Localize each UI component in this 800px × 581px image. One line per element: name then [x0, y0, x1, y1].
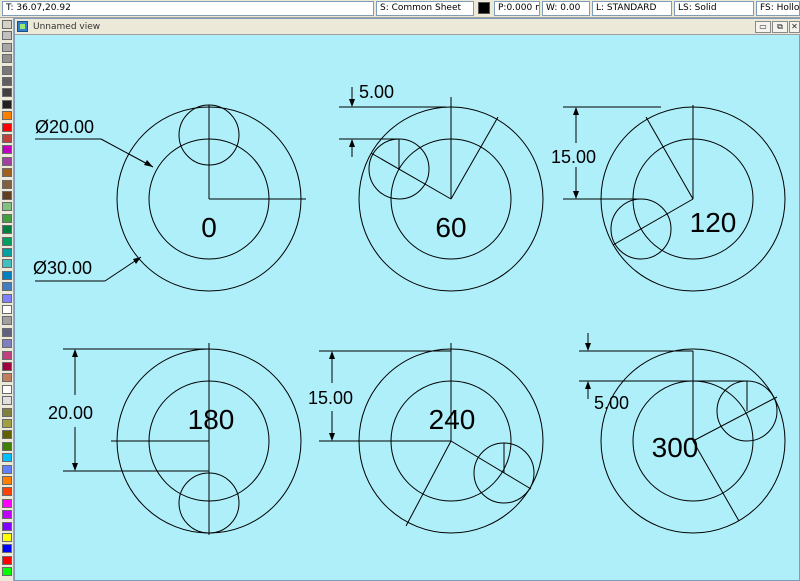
group-180-geometry — [63, 343, 302, 535]
palette-swatch[interactable] — [2, 88, 12, 98]
minimize-button[interactable]: ▭ — [755, 21, 771, 33]
palette-swatch[interactable] — [2, 145, 12, 155]
line-style-field[interactable]: LS: Solid — [674, 1, 754, 16]
pen-width-field[interactable]: P:0.000 mm — [494, 1, 540, 16]
dim-label-5-bottom: 5.00 — [594, 393, 629, 413]
palette-swatch[interactable] — [2, 498, 12, 508]
angle-label-60: 60 — [435, 212, 466, 243]
layer-field[interactable]: L: STANDARD — [592, 1, 672, 16]
palette-swatch[interactable] — [2, 384, 12, 394]
palette-swatch[interactable] — [2, 373, 12, 383]
palette-swatch[interactable] — [2, 20, 12, 29]
palette-swatch[interactable] — [2, 487, 12, 497]
palette-swatch[interactable] — [2, 99, 12, 109]
group-120-geometry — [563, 105, 786, 292]
palette-swatch[interactable] — [2, 555, 12, 565]
dim-label-20: 20.00 — [48, 403, 93, 423]
pen-color-swatch[interactable] — [478, 2, 490, 14]
palette-swatch[interactable] — [2, 362, 12, 371]
palette-swatch[interactable] — [2, 305, 12, 314]
palette-swatch[interactable] — [2, 259, 12, 269]
group-240-geometry — [319, 343, 544, 534]
drawing-canvas[interactable]: Ø20.00 Ø30.00 0 60 120 180 240 300 5.00 … — [15, 35, 800, 581]
palette-swatch[interactable] — [2, 419, 12, 428]
palette-swatch[interactable] — [2, 544, 12, 554]
palette-swatch[interactable] — [2, 430, 12, 440]
dim-label-5-top: 5.00 — [359, 82, 394, 102]
view-icon — [17, 21, 28, 32]
dim-dia-small-label: Ø20.00 — [35, 117, 94, 137]
palette-swatch[interactable] — [2, 270, 12, 280]
drawing-window: Unnamed view ▭ ⧉ ✕ Ø20.00 Ø30.00 0 60 12… — [14, 18, 800, 581]
palette-swatch[interactable] — [2, 225, 12, 235]
palette-swatch[interactable] — [2, 396, 12, 406]
angle-label-240: 240 — [429, 404, 476, 435]
palette-swatch[interactable] — [2, 327, 12, 337]
palette-swatch[interactable] — [2, 567, 12, 577]
window-titlebar: Unnamed view ▭ ⧉ ✕ — [15, 19, 800, 35]
palette-swatch[interactable] — [2, 236, 12, 246]
window-title: Unnamed view — [33, 22, 101, 32]
palette-swatch[interactable] — [2, 476, 12, 485]
weight-field[interactable]: W: 0.00 — [542, 1, 590, 16]
palette-swatch[interactable] — [2, 42, 12, 52]
palette-swatch[interactable] — [2, 293, 12, 303]
palette-swatch[interactable] — [2, 213, 12, 223]
palette-swatch[interactable] — [2, 202, 12, 212]
palette-swatch[interactable] — [2, 134, 12, 143]
dim-dia-large-label: Ø30.00 — [33, 258, 92, 278]
fill-style-field[interactable]: FS: Hollow — [756, 1, 800, 16]
palette-swatch[interactable] — [2, 191, 12, 200]
palette-swatch[interactable] — [2, 77, 12, 86]
close-button[interactable]: ✕ — [789, 21, 800, 33]
angle-label-0: 0 — [201, 212, 217, 243]
palette-swatch[interactable] — [2, 156, 12, 166]
palette-swatch[interactable] — [2, 54, 12, 64]
dim-label-15-top: 15.00 — [551, 147, 596, 167]
drawing-svg[interactable]: Ø20.00 Ø30.00 0 60 120 180 240 300 5.00 … — [15, 35, 800, 581]
palette-swatch[interactable] — [2, 282, 12, 292]
palette-swatch[interactable] — [2, 533, 12, 542]
palette-swatch[interactable] — [2, 441, 12, 451]
cad-app: T: 36.07,20.92 S: Common Sheet P:0.000 m… — [0, 0, 800, 581]
palette-swatch[interactable] — [2, 510, 12, 520]
palette-swatch[interactable] — [2, 464, 12, 474]
palette-swatch[interactable] — [2, 122, 12, 132]
palette-swatch[interactable] — [2, 111, 12, 121]
angle-label-300: 300 — [652, 432, 699, 463]
palette-swatch[interactable] — [2, 31, 12, 41]
sheet-field[interactable]: S: Common Sheet — [376, 1, 474, 16]
palette-swatch[interactable] — [2, 179, 12, 189]
group-60-geometry — [339, 87, 544, 292]
cursor-coordinates-field: T: 36.07,20.92 — [2, 1, 374, 16]
palette-swatch[interactable] — [2, 350, 12, 360]
palette-swatch[interactable] — [2, 521, 12, 531]
palette-swatch[interactable] — [2, 65, 12, 75]
palette-swatch[interactable] — [2, 339, 12, 349]
restore-button[interactable]: ⧉ — [772, 21, 788, 33]
palette-swatch[interactable] — [2, 168, 12, 178]
palette-swatch[interactable] — [2, 407, 12, 417]
palette-swatch[interactable] — [2, 248, 12, 257]
angle-label-180: 180 — [188, 404, 235, 435]
palette-swatch[interactable] — [2, 453, 12, 463]
angle-label-120: 120 — [690, 207, 737, 238]
color-palette — [0, 18, 14, 581]
palette-swatch[interactable] — [2, 316, 12, 326]
dim-label-15-bottom: 15.00 — [308, 388, 353, 408]
status-bar: T: 36.07,20.92 S: Common Sheet P:0.000 m… — [0, 0, 800, 18]
